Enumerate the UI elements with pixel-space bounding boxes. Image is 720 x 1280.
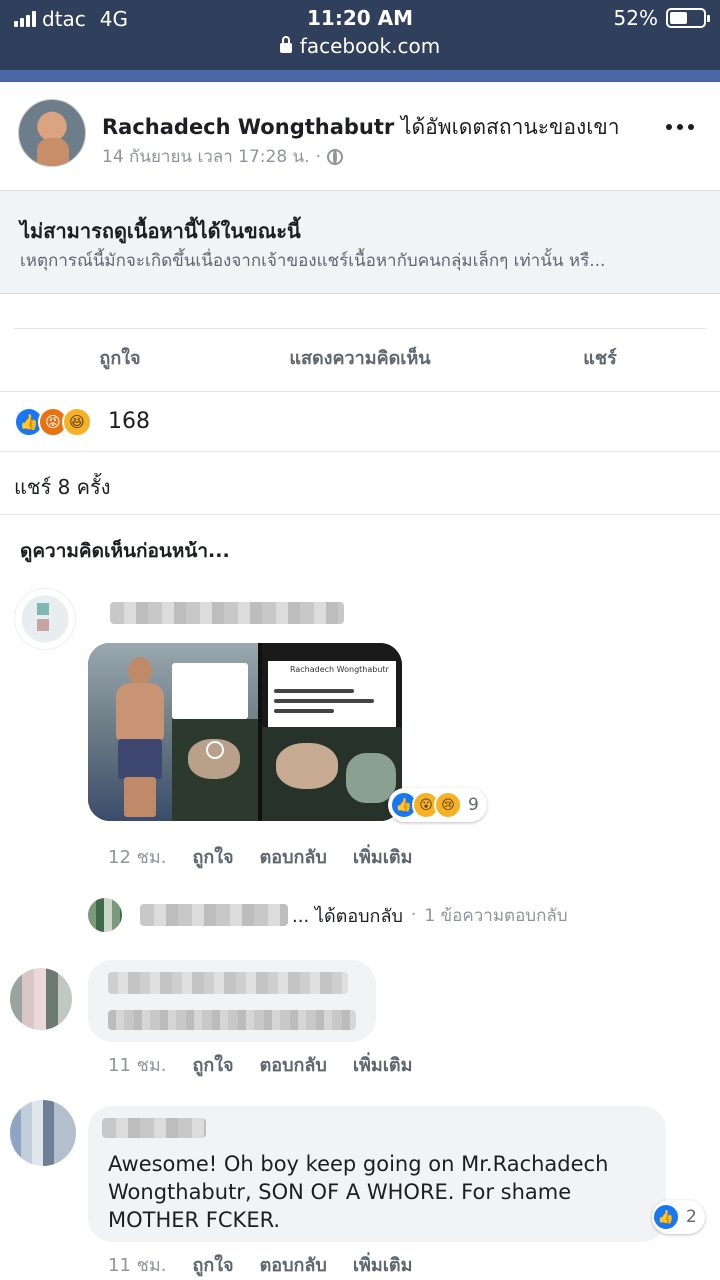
share-button[interactable]: แชร์ <box>480 328 720 391</box>
shares-count: แชร์ 8 ครั้ง <box>14 475 111 499</box>
reply-count: 1 ข้อความตอบกลับ <box>424 905 568 926</box>
globe-icon <box>327 148 343 165</box>
commenter-name-blurred <box>102 1118 206 1138</box>
facebook-header-strip <box>0 70 720 82</box>
view-previous-comments-link[interactable]: ดูความคิดเห็นก่อนหน้า... <box>20 536 230 566</box>
image-screenshot-card <box>172 663 248 719</box>
divider <box>14 328 706 329</box>
battery-percent: 52% <box>613 6 658 30</box>
comment-like-link[interactable]: ถูกใจ <box>192 1250 233 1279</box>
post-author-line: Rachadech Wongthabutr ได้อัพเดตสถานะของเ… <box>102 111 620 144</box>
reactions-summary[interactable]: 👍 😡 😆 168 <box>0 394 720 452</box>
commenter-avatar[interactable] <box>10 1100 76 1166</box>
reaction-icons: 👍 😡 😆 <box>14 407 92 437</box>
comment-more-link[interactable]: เพิ่มเติม <box>353 1050 413 1079</box>
comment-more-link[interactable]: เพิ่มเติม <box>353 1250 413 1279</box>
commenter-name-blurred <box>108 972 348 994</box>
post-actions: ถูกใจ แสดงความคิดเห็น แชร์ <box>0 328 720 392</box>
reply-separator: · <box>410 905 417 925</box>
sad-reaction-icon: 😢 <box>434 791 462 819</box>
comment-more-link[interactable]: เพิ่มเติม <box>353 842 413 871</box>
commenter-avatar[interactable] <box>10 968 72 1030</box>
image-hand <box>346 753 396 803</box>
comment-text: Awesome! Oh boy keep going on Mr.Rachade… <box>108 1152 609 1232</box>
image-reaction-count: 9 <box>468 795 479 815</box>
like-reaction-icon: 👍 <box>652 1203 680 1231</box>
url-bar[interactable]: facebook.com <box>0 34 720 58</box>
comment-reaction-count: 2 <box>686 1207 697 1227</box>
commenter-avatar[interactable] <box>14 588 76 650</box>
url-text: facebook.com <box>299 34 441 58</box>
comment-meta: 11 ชม. ถูกใจ ตอบกลับ เพิ่มเติม <box>108 1050 412 1079</box>
commenter-name-blurred <box>110 602 344 624</box>
replier-name-blurred <box>140 904 288 926</box>
unavailable-title: ไม่สามารถดูเนื้อหานี้ได้ในขณะนี้ <box>20 219 301 243</box>
haha-reaction-icon: 😆 <box>62 407 92 437</box>
comment-bubble <box>88 960 376 1042</box>
comment-reply-link[interactable]: ตอบกลับ <box>260 1250 327 1279</box>
comment-reply-link[interactable]: ตอบกลับ <box>260 1050 327 1079</box>
author-avatar[interactable] <box>18 99 86 167</box>
comment-like-link[interactable]: ถูกใจ <box>192 842 233 871</box>
play-icon <box>206 741 224 759</box>
post-meta: 14 กันยายน เวลา 17:28 น. · <box>102 143 343 170</box>
image-panel-right: Rachadech Wongthabutr <box>262 643 402 821</box>
reply-avatar <box>88 898 122 932</box>
meta-separator: · <box>315 146 321 167</box>
reply-label: ... ได้ตอบกลับ <box>292 905 403 927</box>
image-person <box>110 657 170 817</box>
unavailable-description: เหตุการณ์นี้มักจะเกิดขึ้นเนื่องจากเจ้าขอ… <box>20 251 606 271</box>
comment-bubble: Awesome! Oh boy keep going on Mr.Rachade… <box>88 1106 666 1242</box>
comment-reactions[interactable]: 👍 2 <box>652 1200 705 1234</box>
comment-like-link[interactable]: ถูกใจ <box>192 1050 233 1079</box>
image-reactions[interactable]: 👍 😮 😢 9 <box>388 788 487 822</box>
image-face <box>276 743 338 789</box>
comment-meta: 11 ชม. ถูกใจ ตอบกลับ เพิ่มเติม <box>108 1250 412 1279</box>
comment-time[interactable]: 12 ชม. <box>108 842 166 871</box>
image-profile-name: Rachadech Wongthabutr <box>290 665 389 674</box>
comment-time[interactable]: 11 ชม. <box>108 1250 166 1279</box>
comment-image[interactable]: Rachadech Wongthabutr <box>88 643 402 821</box>
post-action: ได้อัพเดตสถานะของเขา <box>400 115 620 139</box>
image-screenshot-card: Rachadech Wongthabutr <box>268 661 396 727</box>
comment-meta: 12 ชม. ถูกใจ ตอบกลับ เพิ่มเติม <box>108 842 412 871</box>
comment-button[interactable]: แสดงความคิดเห็น <box>240 328 480 391</box>
post-date[interactable]: 14 กันยายน เวลา 17:28 น. <box>102 143 310 170</box>
comment-time[interactable]: 11 ชม. <box>108 1050 166 1079</box>
battery-icon <box>666 8 710 28</box>
more-dots-icon[interactable] <box>666 124 694 130</box>
status-right: 52% <box>613 6 710 30</box>
status-bar: dtac 4G 11:20 AM 52% facebook.com <box>0 0 720 70</box>
clock: 11:20 AM <box>306 6 413 30</box>
comment-reply-link[interactable]: ตอบกลับ <box>260 842 327 871</box>
unavailable-content-box: ไม่สามารถดูเนื้อหานี้ได้ในขณะนี้ เหตุการ… <box>0 190 720 294</box>
reply-summary[interactable]: ... ได้ตอบกลับ · 1 ข้อความตอบกลับ <box>88 898 568 932</box>
comment-text-blurred <box>108 1010 356 1030</box>
image-panel-left <box>88 643 258 821</box>
shares-summary[interactable]: แชร์ 8 ครั้ง <box>0 453 720 515</box>
reaction-count: 168 <box>108 409 150 434</box>
like-button[interactable]: ถูกใจ <box>0 328 240 391</box>
post-header: Rachadech Wongthabutr ได้อัพเดตสถานะของเ… <box>0 82 720 190</box>
author-name[interactable]: Rachadech Wongthabutr <box>102 115 394 139</box>
lock-icon <box>279 36 292 53</box>
